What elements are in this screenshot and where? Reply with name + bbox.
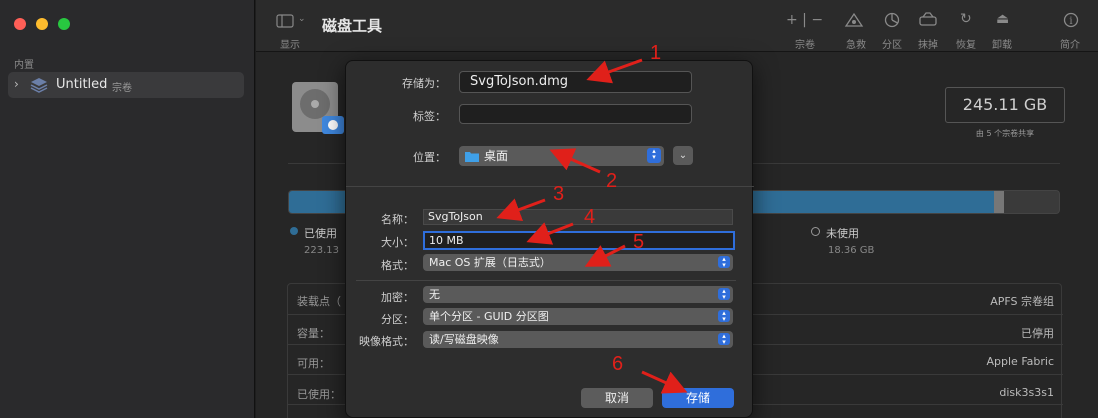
up-down-arrows-icon: ▴ ▾ (718, 310, 730, 323)
save-dialog: 存储为： SvgToJson.dmg 标签： 位置： 桌面 ▴ ▾ ⌄ 名称： S… (345, 60, 754, 418)
save-button[interactable]: 存储 (662, 388, 734, 408)
annotation-number-5: 5 (633, 231, 645, 253)
sidebar-item-type: 宗卷 (112, 83, 132, 94)
location-label: 位置： (413, 151, 446, 164)
shared-volumes-text: 由 5 个宗卷共享 (975, 129, 1035, 138)
chevron-right-icon[interactable]: › (14, 77, 19, 91)
used-row-label: 已使用： (297, 388, 341, 401)
status-value: 已停用 (1021, 327, 1054, 340)
annotation-number-3: 3 (553, 183, 565, 205)
sidebar: 内置 › Untitled 宗卷 (0, 0, 255, 418)
mount-point-label: 装载点（ (297, 295, 341, 308)
add-remove-volume-icon[interactable]: + | − (786, 12, 823, 28)
window-title: 磁盘工具 (322, 17, 383, 35)
image-format-value: 读/写磁盘映像 (429, 333, 499, 346)
chevron-down-icon[interactable]: ⌄ (298, 14, 306, 24)
usage-bar-other (994, 191, 1004, 213)
annotation-number-2: 2 (606, 170, 618, 192)
device-value: disk3s3s1 (999, 386, 1054, 399)
partition-label: 分区： (381, 313, 414, 326)
format-label: 格式： (381, 259, 414, 272)
up-down-arrows-icon: ▴ ▾ (647, 148, 661, 163)
name-label: 名称： (381, 213, 414, 226)
up-down-arrows-icon: ▴ ▾ (718, 288, 730, 301)
encryption-value: 无 (429, 288, 440, 301)
minimize-window-button[interactable] (36, 18, 48, 30)
image-format-label: 映像格式： (359, 335, 414, 348)
annotation-number-1: 1 (650, 42, 662, 64)
free-label: 未使用 (826, 227, 859, 240)
close-window-button[interactable] (14, 18, 26, 30)
restore-label: 恢复 (956, 40, 976, 51)
restore-icon[interactable]: ↻ (960, 11, 972, 27)
connection-value: Apple Fabric (986, 355, 1054, 368)
used-dot (290, 227, 298, 235)
partition-popup[interactable]: 单个分区 - GUID 分区图 ▴ ▾ (423, 308, 733, 325)
location-popup[interactable]: 桌面 ▴ ▾ (459, 146, 664, 166)
disk-icon (292, 82, 344, 134)
encryption-label: 加密： (381, 291, 414, 304)
available-label: 可用： (297, 357, 330, 370)
volume-stack-icon (30, 78, 48, 93)
partition-label: 分区 (882, 40, 902, 51)
cancel-button[interactable]: 取消 (581, 388, 653, 408)
svg-text:i: i (1069, 16, 1072, 27)
used-value: 223.13 (304, 245, 339, 256)
erase-icon[interactable] (918, 12, 938, 28)
divider (346, 186, 754, 187)
folder-icon (465, 152, 479, 162)
up-down-arrows-icon: ▴ ▾ (718, 256, 730, 269)
tags-field[interactable] (459, 104, 692, 124)
save-as-label: 存储为： (402, 77, 446, 90)
volume-label: 宗卷 (795, 40, 815, 51)
size-field[interactable]: 10 MB (423, 231, 735, 250)
capacity-display: 245.11 GB (945, 87, 1065, 123)
tags-label: 标签： (413, 110, 446, 123)
format-popup[interactable]: Mac OS 扩展（日志式） ▴ ▾ (423, 254, 733, 271)
erase-label: 抹掉 (918, 40, 938, 51)
partition-value: 单个分区 - GUID 分区图 (429, 310, 549, 323)
expand-button[interactable]: ⌄ (673, 146, 693, 165)
sidebar-item-untitled[interactable]: › Untitled 宗卷 (8, 72, 244, 98)
sidebar-section-label: 内置 (14, 60, 34, 71)
info-label: 简介 (1060, 40, 1080, 51)
size-label: 大小： (381, 236, 414, 249)
free-value: 18.36 GB (828, 245, 875, 256)
sidebar-toggle-icon[interactable] (276, 14, 294, 28)
unmount-icon[interactable]: ⏏ (996, 11, 1009, 27)
info-icon[interactable]: i (1063, 12, 1079, 28)
display-label: 显示 (280, 40, 300, 51)
zoom-window-button[interactable] (58, 18, 70, 30)
up-down-arrows-icon: ▴ ▾ (718, 333, 730, 346)
encryption-popup[interactable]: 无 ▴ ▾ (423, 286, 733, 303)
partition-icon[interactable] (884, 12, 900, 28)
divider (356, 280, 736, 281)
annotation-number-4: 4 (584, 206, 596, 228)
first-aid-icon[interactable] (844, 12, 864, 28)
type-value: APFS 宗卷组 (990, 295, 1054, 308)
used-label: 已使用 (304, 227, 337, 240)
capacity-label: 容量： (297, 327, 330, 340)
unmount-label: 卸载 (992, 40, 1012, 51)
image-format-popup[interactable]: 读/写磁盘映像 ▴ ▾ (423, 331, 733, 348)
sidebar-item-label: Untitled (56, 77, 108, 92)
first-aid-label: 急救 (846, 40, 866, 51)
location-value: 桌面 (484, 149, 509, 163)
free-dot (811, 227, 820, 236)
save-as-field[interactable]: SvgToJson.dmg (459, 71, 692, 93)
name-field[interactable]: SvgToJson (423, 209, 733, 225)
annotation-number-6: 6 (612, 353, 624, 375)
format-value: Mac OS 扩展（日志式） (429, 256, 551, 269)
